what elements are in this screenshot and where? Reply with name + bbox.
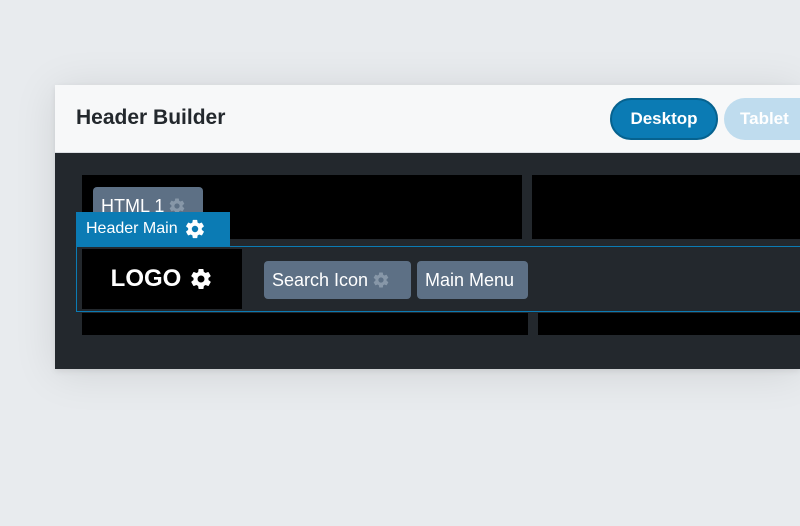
header-main-tag[interactable]: Header Main xyxy=(76,212,230,246)
gear-icon[interactable] xyxy=(184,218,206,240)
main-menu-element[interactable]: Main Menu xyxy=(417,261,528,299)
search-icon-element[interactable]: Search Icon xyxy=(264,261,411,299)
tablet-button[interactable]: Tablet xyxy=(724,98,800,140)
top-row-right-cell[interactable] xyxy=(532,175,800,239)
gear-icon[interactable] xyxy=(372,271,390,289)
search-icon-element-label: Search Icon xyxy=(272,269,369,290)
header-main-label: Header Main xyxy=(86,220,178,237)
header-builder-panel: Header Builder Desktop Tablet HTML 1 Hea… xyxy=(55,85,800,369)
gear-icon[interactable] xyxy=(189,267,213,291)
panel-title: Header Builder xyxy=(76,106,226,129)
panel-header: Header Builder Desktop Tablet xyxy=(55,85,800,153)
logo-element[interactable]: LOGO xyxy=(82,249,242,309)
main-menu-label: Main Menu xyxy=(425,269,515,290)
desktop-button[interactable]: Desktop xyxy=(610,98,718,140)
bottom-row-left-cell[interactable] xyxy=(82,313,528,335)
logo-label: LOGO xyxy=(110,265,182,292)
bottom-row-right-cell[interactable] xyxy=(538,313,800,335)
